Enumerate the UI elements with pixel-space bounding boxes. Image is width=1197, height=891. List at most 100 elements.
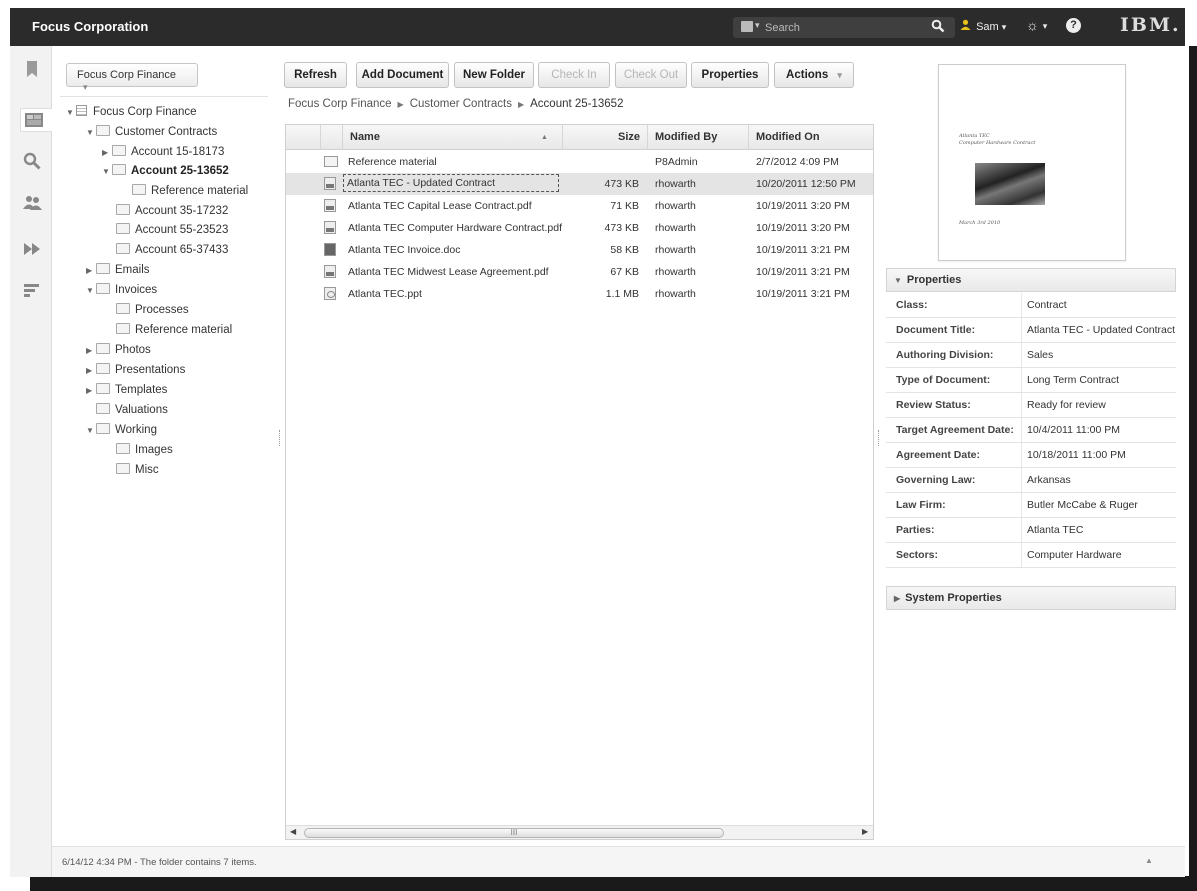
splitter-handle-right[interactable] [878,430,881,446]
folder-icon [96,125,110,136]
chevron-right-icon: ▶ [894,594,901,603]
chevron-down-icon[interactable]: ▼ [86,124,96,142]
new-folder-button[interactable]: New Folder [454,62,534,88]
row-name[interactable]: Atlanta TEC Invoice.doc [348,240,460,260]
row-name[interactable]: Atlanta TEC Midwest Lease Agreement.pdf [348,262,549,282]
chevron-down-icon[interactable]: ▾ [755,20,760,31]
property-label: Review Status: [896,399,971,411]
chevron-right-icon[interactable]: ▶ [102,144,112,162]
list-icon[interactable] [23,282,41,300]
property-value: 10/4/2011 11:00 PM [1027,424,1121,436]
grid-header: Name ▲ Size Modified By Modified On [286,125,873,150]
table-row[interactable]: Atlanta TEC Capital Lease Contract.pdf 7… [286,195,873,217]
row-name[interactable]: Atlanta TEC.ppt [348,284,422,304]
select-all-column[interactable] [286,125,320,150]
chevron-down-icon[interactable]: ▼ [86,282,96,300]
table-row[interactable]: Atlanta TEC - Updated Contract 473 KB rh… [286,173,873,195]
table-row[interactable]: Atlanta TEC Invoice.doc 58 KB rhowarth 1… [286,239,873,261]
chevron-right-icon[interactable]: ▶ [86,342,96,360]
refresh-button[interactable]: Refresh [284,62,347,88]
tree-node-photos[interactable]: ▶ Photos [86,341,151,359]
search-icon[interactable] [931,19,951,36]
folder-icon [96,343,110,354]
tree-node-emails[interactable]: ▶ Emails [86,261,150,279]
row-name[interactable]: Atlanta TEC Capital Lease Contract.pdf [348,196,532,216]
splitter-handle-left[interactable] [279,430,282,446]
tree-node-misc[interactable]: Misc [116,461,159,479]
tree-node-customer-contracts[interactable]: ▼ Customer Contracts [86,123,217,141]
breadcrumb: Focus Corp Finance ▶ Customer Contracts ▶ Ac… [288,98,623,110]
folder-icon [116,243,130,254]
tree-node-account-55-23523[interactable]: Account 55-23523 [116,221,228,239]
actions-button[interactable]: Actions ▾ [774,62,854,88]
folder-icon [112,145,126,156]
column-header-name[interactable]: Name ▲ [342,125,562,150]
tree-node-reference-material-invoices[interactable]: Reference material [116,321,232,339]
table-row[interactable]: Atlanta TEC.ppt 1.1 MB rhowarth 10/19/20… [286,283,873,305]
check-in-button[interactable]: Check In [538,62,610,88]
system-properties-section-header[interactable]: ▶ System Properties [886,586,1176,610]
tree-node-presentations[interactable]: ▶ Presentations [86,361,185,379]
property-label: Governing Law: [896,474,976,486]
row-name[interactable]: Atlanta TEC Computer Hardware Contract.p… [348,218,562,238]
user-menu[interactable]: Sam ▾ [960,19,1006,33]
table-row[interactable]: Reference material P8Admin 2/7/2012 4:09… [286,151,873,173]
row-name[interactable]: Reference material [348,152,437,172]
tree-node-account-35-17232[interactable]: Account 35-17232 [116,202,228,220]
tree-node-reference-material[interactable]: Reference material [132,182,248,200]
help-icon[interactable]: ? [1066,18,1081,33]
search-input[interactable] [765,19,915,36]
properties-button[interactable]: Properties [691,62,769,88]
folder-icon [96,423,110,434]
table-row[interactable]: Atlanta TEC Computer Hardware Contract.p… [286,217,873,239]
scrollbar-thumb[interactable]: III [304,828,724,838]
check-out-button[interactable]: Check Out [615,62,687,88]
column-header-modified-by[interactable]: Modified By [647,125,748,150]
work-icon[interactable] [23,240,41,258]
breadcrumb-item-customer-contracts[interactable]: Customer Contracts [410,98,512,110]
chevron-down-icon[interactable]: ▼ [102,163,112,181]
column-header-modified-on[interactable]: Modified On [748,125,873,150]
tree-node-focus-corp-finance[interactable]: ▼ Focus Corp Finance [66,103,197,121]
tree-node-invoices[interactable]: ▼ Invoices [86,281,157,299]
divider [1021,293,1022,317]
bookmark-icon[interactable] [23,60,41,78]
chevron-down-icon[interactable]: ▼ [86,422,96,440]
search-scope-icon[interactable] [741,21,753,32]
tree-node-processes[interactable]: Processes [116,301,189,319]
breadcrumb-item-focus-corp-finance[interactable]: Focus Corp Finance [288,98,392,110]
teamspaces-icon[interactable] [23,194,42,212]
scroll-right-icon[interactable]: ▶ [862,827,868,836]
tree-node-account-25-13652[interactable]: ▼ Account 25-13652 [102,162,229,180]
scroll-left-icon[interactable]: ◀ [290,827,296,836]
row-size: 1.1 MB [605,288,639,300]
property-value: Atlanta TEC [1027,524,1084,536]
horizontal-scrollbar[interactable]: ◀ III ▶ [286,825,873,839]
tree-node-account-15-18173[interactable]: ▶ Account 15-18173 [102,143,224,161]
chevron-up-icon[interactable]: ▲ [1145,856,1153,865]
settings-menu[interactable]: ☼ ▾ [1026,17,1047,33]
tree-node-templates[interactable]: ▶ Templates [86,381,167,399]
tree-node-working[interactable]: ▼ Working [86,421,157,439]
thumbnail-date: March 3rd 2010 [959,220,1001,226]
property-row-class: Class: Contract [886,293,1176,318]
browse-icon[interactable] [20,108,52,132]
chevron-right-icon[interactable]: ▶ [86,362,96,380]
add-document-button[interactable]: Add Document [356,62,449,88]
repository-select[interactable]: Focus Corp Finance ▾ [66,63,198,92]
table-row[interactable]: Atlanta TEC Midwest Lease Agreement.pdf … [286,261,873,283]
chevron-down-icon[interactable]: ▼ [66,104,76,122]
user-name: Sam [976,21,999,33]
chevron-right-icon[interactable]: ▶ [86,382,96,400]
chevron-right-icon[interactable]: ▶ [86,262,96,280]
search-icon[interactable] [23,152,41,170]
tree-node-valuations[interactable]: Valuations [96,401,168,419]
tree-node-account-65-37433[interactable]: Account 65-37433 [116,241,228,259]
row-size: 58 KB [610,244,639,256]
row-name[interactable]: Atlanta TEC - Updated Contract [343,174,559,192]
properties-section-header[interactable]: ▼ Properties [886,268,1176,292]
property-value: Long Term Contract [1027,374,1120,386]
tree-node-images[interactable]: Images [116,441,173,459]
document-thumbnail[interactable]: Atlanta TEC Computer Hardware Contract M… [938,64,1126,261]
column-header-size[interactable]: Size [562,125,647,150]
